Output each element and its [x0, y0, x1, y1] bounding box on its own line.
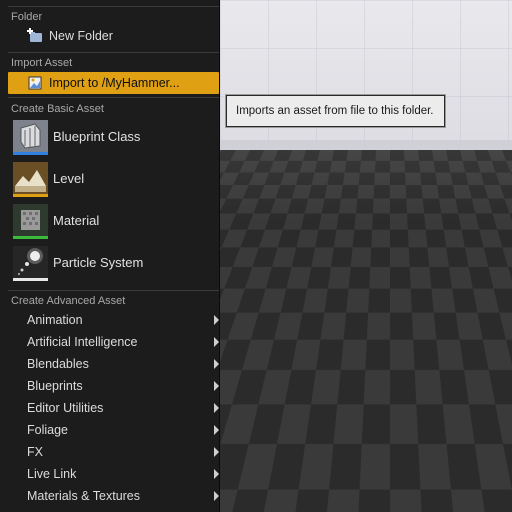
submenu-arrow-icon — [214, 425, 219, 435]
import-to-label: Import to /MyHammer... — [49, 76, 180, 90]
submenu-label: Blendables — [27, 357, 89, 371]
top-divider — [8, 6, 219, 7]
divider — [8, 52, 219, 53]
submenu-label: Foliage — [27, 423, 68, 437]
submenu-label: FX — [27, 445, 43, 459]
section-title-folder: Folder — [11, 11, 43, 23]
level-item[interactable]: Level — [8, 160, 219, 200]
section-title-basic: Create Basic Asset — [11, 103, 104, 115]
submenu-blueprints[interactable]: Blueprints — [8, 375, 219, 397]
level-viewport[interactable] — [220, 0, 512, 512]
level-icon — [13, 162, 48, 197]
section-basic: Create Basic Asset — [8, 101, 219, 117]
submenu-materials-textures[interactable]: Materials & Textures — [8, 485, 219, 507]
submenu-arrow-icon — [214, 491, 219, 501]
new-folder-icon — [27, 28, 42, 42]
submenu-arrow-icon — [214, 447, 219, 457]
import-tooltip: Imports an asset from file to this folde… — [225, 94, 446, 128]
section-import: Import Asset — [8, 55, 219, 71]
basic-asset-label: Level — [53, 171, 85, 186]
submenu-label: Blueprints — [27, 379, 83, 393]
import-to-item[interactable]: Import to /MyHammer... — [8, 72, 219, 94]
section-title-advanced: Create Advanced Asset — [11, 295, 126, 307]
basic-asset-label: Material — [53, 213, 100, 228]
particle-system-item[interactable]: Particle System — [8, 244, 219, 284]
basic-asset-label: Particle System — [53, 255, 144, 270]
new-folder-label: New Folder — [49, 29, 113, 43]
submenu-label: Editor Utilities — [27, 401, 104, 415]
submenu-blendables[interactable]: Blendables — [8, 353, 219, 375]
material-item[interactable]: Material — [8, 202, 219, 242]
divider — [8, 290, 219, 291]
submenu-live-link[interactable]: Live Link — [8, 463, 219, 485]
submenu-label: Artificial Intelligence — [27, 335, 138, 349]
new-folder-item[interactable]: New Folder — [8, 25, 219, 47]
basic-asset-label: Blueprint Class — [53, 129, 141, 144]
submenu-arrow-icon — [214, 359, 219, 369]
submenu-arrow-icon — [214, 337, 219, 347]
particle-icon — [13, 246, 48, 281]
submenu-foliage[interactable]: Foliage — [8, 419, 219, 441]
add-new-context-menu: Folder New Folder Import Asset Import to… — [0, 0, 220, 512]
section-folder: Folder — [8, 9, 219, 25]
submenu-arrow-icon — [214, 403, 219, 413]
submenu-arrow-icon — [214, 381, 219, 391]
submenu-arrow-icon — [214, 469, 219, 479]
section-title-import: Import Asset — [11, 57, 73, 69]
submenu-label: Animation — [27, 313, 83, 327]
section-advanced: Create Advanced Asset — [8, 293, 219, 309]
submenu-editor-utilities[interactable]: Editor Utilities — [8, 397, 219, 419]
submenu-artificial-intelligence[interactable]: Artificial Intelligence — [8, 331, 219, 353]
blueprint-icon — [13, 120, 48, 155]
blueprint-class-item[interactable]: Blueprint Class — [8, 118, 219, 158]
submenu-label: Materials & Textures — [27, 489, 141, 503]
material-icon — [13, 204, 48, 239]
submenu-label: Live Link — [27, 467, 77, 481]
submenu-arrow-icon — [214, 315, 219, 325]
sky-grid — [220, 0, 512, 150]
submenu-animation[interactable]: Animation — [8, 309, 219, 331]
import-icon — [28, 76, 42, 90]
submenu-fx[interactable]: FX — [8, 441, 219, 463]
divider — [8, 97, 219, 98]
